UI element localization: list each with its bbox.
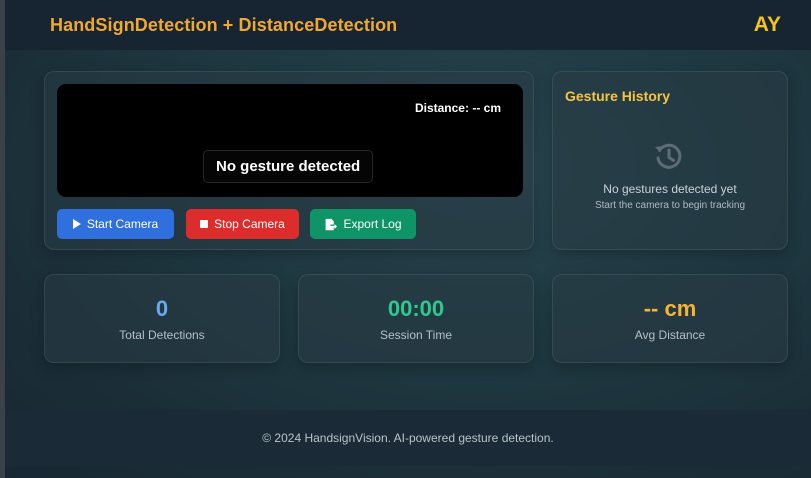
stop-icon [200,220,209,228]
history-title: Gesture History [565,88,671,104]
stat-total-detections: 0 Total Detections [44,274,280,363]
file-export-icon [324,218,338,231]
stat-value: 0 [155,296,169,321]
window-edge [0,0,5,478]
gesture-history-panel: Gesture History No gestures detected yet… [552,71,788,250]
stat-value: -- cm [643,296,697,321]
distance-value: -- cm [472,101,501,115]
footer: © 2024 HandsignVision. AI-powered gestur… [5,410,811,466]
stat-session-time: 00:00 Session Time [298,274,534,363]
stat-label: Avg Distance [634,328,706,342]
start-camera-label: Start Camera [86,217,159,231]
app-title: HandSignDetection + DistanceDetection [50,14,398,35]
start-camera-button[interactable]: Start Camera [57,209,174,239]
stat-label: Session Time [379,328,453,342]
app-header: HandSignDetection + DistanceDetection AY [5,0,811,50]
camera-panel: Distance: -- cm No gesture detected Start… [44,71,534,250]
stop-camera-button[interactable]: Stop Camera [186,209,299,239]
distance-label: Distance: [414,101,469,115]
stat-label: Total Detections [119,328,205,342]
avatar[interactable]: AY [754,13,781,37]
footer-text: © 2024 HandsignVision. AI-powered gestur… [262,431,554,445]
history-icon [655,143,682,169]
distance-readout: Distance: -- cm [415,101,501,115]
export-log-button[interactable]: Export Log [310,209,416,239]
stop-camera-label: Stop Camera [214,217,285,231]
history-hint: Start the camera to begin tracking [594,200,746,211]
stat-avg-distance: -- cm Avg Distance [552,274,788,363]
gesture-status: No gesture detected [203,150,374,183]
export-log-label: Export Log [343,217,402,231]
play-icon [72,219,81,229]
stat-value: 00:00 [387,296,445,321]
history-empty-message: No gestures detected yet [603,182,737,196]
video-feed: Distance: -- cm No gesture detected [57,84,523,197]
